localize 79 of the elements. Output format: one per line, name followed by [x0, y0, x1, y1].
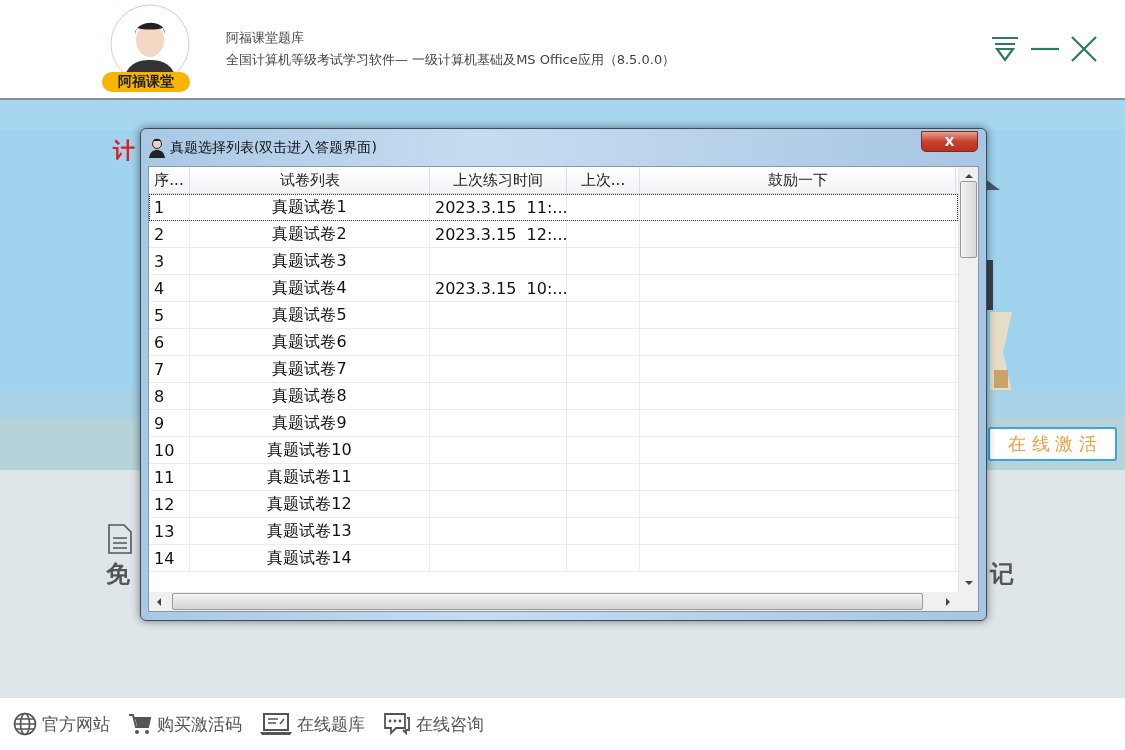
app-subtitle: 全国计算机等级考试学习软件— 一级计算机基础及MS Office应用（8.5.0.0）	[226, 51, 676, 69]
column-header[interactable]: 试卷列表	[190, 167, 430, 193]
table-cell: 真题试卷1	[190, 194, 430, 220]
table-cell: 9	[149, 410, 190, 436]
vertical-scrollbar[interactable]	[958, 167, 978, 592]
laptop-icon	[260, 712, 292, 736]
scroll-up-icon[interactable]	[964, 173, 973, 179]
table-cell: 7	[149, 356, 190, 382]
table-cell: 10	[149, 437, 190, 463]
footer-link[interactable]: 在线题库	[297, 712, 365, 736]
table-cell: 1	[149, 194, 190, 220]
table-cell: 13	[149, 518, 190, 544]
list-row[interactable]: 6 真题试卷6	[149, 329, 958, 356]
scroll-thumb[interactable]	[172, 593, 923, 610]
table-cell: 真题试卷13	[190, 518, 430, 544]
column-header[interactable]: 上次...	[567, 167, 640, 193]
globe-icon	[13, 712, 37, 736]
list-row[interactable]: 12 真题试卷12	[149, 491, 958, 518]
table-cell: 真题试卷5	[190, 302, 430, 328]
list-row[interactable]: 13 真题试卷13	[149, 518, 958, 545]
table-cell: 3	[149, 248, 190, 274]
table-cell: 2023.3.15 11:...	[430, 194, 567, 220]
scroll-down-icon[interactable]	[964, 580, 973, 586]
list-row[interactable]: 9 真题试卷9	[149, 410, 958, 437]
list-row[interactable]: 1 真题试卷1 2023.3.15 11:...	[149, 194, 958, 221]
table-cell: 真题试卷8	[190, 383, 430, 409]
scroll-left-icon[interactable]	[156, 597, 162, 606]
dialog-title: 真题选择列表(双击进入答题界面)	[170, 138, 377, 157]
menu-icon[interactable]	[991, 36, 1019, 62]
list-row[interactable]: 3 真题试卷3	[149, 248, 958, 275]
table-cell: 真题试卷7	[190, 356, 430, 382]
table-cell: 2023.3.15 10:...	[430, 275, 567, 301]
table-cell: 5	[149, 302, 190, 328]
list-row[interactable]: 5 真题试卷5	[149, 302, 958, 329]
table-cell: 真题试卷11	[190, 464, 430, 490]
close-button[interactable]: X	[921, 131, 978, 152]
table-cell: 12	[149, 491, 190, 517]
document-icon	[108, 524, 132, 554]
cart-icon	[128, 712, 152, 736]
table-cell: 真题试卷6	[190, 329, 430, 355]
column-header[interactable]: 序...	[149, 167, 190, 193]
list-row[interactable]: 4 真题试卷4 2023.3.15 10:...	[149, 275, 958, 302]
table-cell: 4	[149, 275, 190, 301]
list-row[interactable]: 7 真题试卷7	[149, 356, 958, 383]
list-row[interactable]: 10 真题试卷10	[149, 437, 958, 464]
list-row[interactable]: 8 真题试卷8	[149, 383, 958, 410]
close-icon[interactable]	[1071, 36, 1097, 62]
table-cell: 真题试卷3	[190, 248, 430, 274]
list-row[interactable]: 2 真题试卷2 2023.3.15 12:...	[149, 221, 958, 248]
table-cell: 14	[149, 545, 190, 571]
horizontal-scrollbar[interactable]	[149, 592, 978, 611]
person-icon	[148, 137, 166, 158]
footer-link[interactable]: 购买激活码	[157, 712, 242, 736]
table-cell: 真题试卷9	[190, 410, 430, 436]
section-text: 记	[990, 559, 1014, 590]
table-cell: 2023.3.15 12:...	[430, 221, 567, 247]
footer-link[interactable]: 官方网站	[42, 712, 110, 736]
table-cell: 8	[149, 383, 190, 409]
logo-badge: 阿福课堂	[102, 72, 190, 92]
table-cell: 真题试卷10	[190, 437, 430, 463]
footer-link[interactable]: 在线咨询	[416, 712, 484, 736]
table-cell: 真题试卷12	[190, 491, 430, 517]
app-name: 阿福课堂题库	[226, 29, 305, 47]
table-cell: 6	[149, 329, 190, 355]
scroll-thumb[interactable]	[960, 181, 977, 258]
table-cell: 真题试卷2	[190, 221, 430, 247]
table-cell: 2	[149, 221, 190, 247]
table-cell: 11	[149, 464, 190, 490]
list-row[interactable]: 14 真题试卷14	[149, 545, 958, 572]
section-text: 免	[106, 559, 130, 590]
scroll-right-icon[interactable]	[945, 597, 951, 606]
chat-icon	[383, 712, 411, 736]
column-header[interactable]: 鼓励一下	[640, 167, 956, 193]
column-header[interactable]: 上次练习时间	[430, 167, 567, 193]
banner-text: 计	[113, 137, 135, 165]
minimize-icon[interactable]	[1031, 47, 1059, 51]
list-row[interactable]: 11 真题试卷11	[149, 464, 958, 491]
table-cell: 真题试卷4	[190, 275, 430, 301]
table-cell: 真题试卷14	[190, 545, 430, 571]
